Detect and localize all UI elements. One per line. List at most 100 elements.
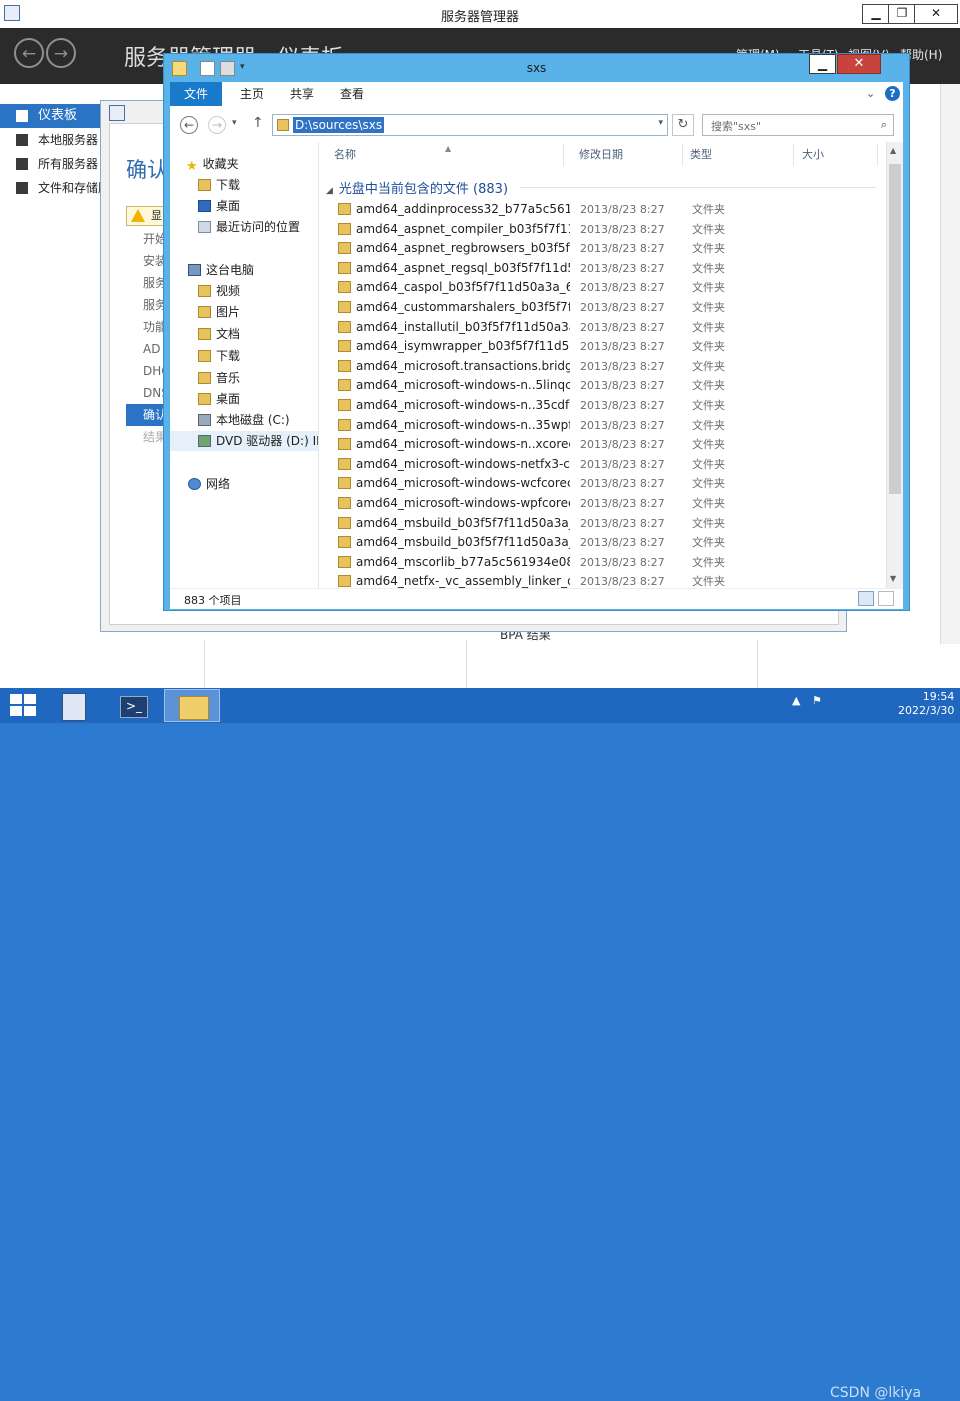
vertical-scrollbar[interactable]: ▲ ▼ <box>886 142 903 588</box>
file-date: 2013/8/23 8:27 <box>580 320 665 334</box>
file-type: 文件夹 <box>692 281 725 295</box>
nav-network[interactable]: 网络 <box>188 474 230 494</box>
collapse-group-icon[interactable]: ◢ <box>326 186 333 196</box>
powershell-taskbar-button[interactable]: >_ <box>106 689 162 722</box>
maximize-button[interactable]: ❐ <box>888 4 916 24</box>
folder-icon <box>338 242 351 255</box>
search-input[interactable]: 搜索"sxs" ⌕ <box>702 114 894 136</box>
nav-item-music[interactable]: 音乐 <box>198 368 240 388</box>
table-row[interactable]: amd64_netfx-_vc_assembly_linker_dll_... 2… <box>334 572 874 588</box>
table-row[interactable]: amd64_installutil_b03f5f7f11d50a3a_6... 2… <box>334 318 874 337</box>
nav-item-videos[interactable]: 视频 <box>198 281 240 301</box>
scroll-up-icon[interactable]: ▲ <box>890 146 896 155</box>
column-header-name[interactable]: ▲ 名称 <box>320 144 564 166</box>
table-row[interactable]: amd64_addinprocess32_b77a5c5619... 2013/8… <box>334 200 874 219</box>
forward-icon[interactable]: → <box>46 38 76 68</box>
nav-item-desktop[interactable]: 桌面 <box>198 196 240 216</box>
file-date: 2013/8/23 8:27 <box>580 222 665 236</box>
forward-icon[interactable]: → <box>208 116 226 134</box>
table-row[interactable]: amd64_microsoft-windows-n..35cdfc... 2013… <box>334 396 874 415</box>
table-row[interactable]: amd64_microsoft-windows-netfx3-co... 2013… <box>334 455 874 474</box>
table-row[interactable]: amd64_caspol_b03f5f7f11d50a3a_6.3... 2013… <box>334 278 874 297</box>
nav-item-desktop-pc[interactable]: 桌面 <box>198 389 240 409</box>
expand-ribbon-icon[interactable]: ⌄ <box>866 87 875 100</box>
clock-date: 2022/3/30 <box>898 704 955 717</box>
scroll-thumb[interactable] <box>889 164 901 494</box>
clock[interactable]: 19:54 2022/3/30 <box>898 690 954 718</box>
nav-label: 收藏夹 <box>202 157 239 171</box>
table-row[interactable]: amd64_microsoft-windows-n..xcorec... 2013… <box>334 435 874 454</box>
sidebar-item-file-storage[interactable]: 文件和存储服务 <box>0 176 104 200</box>
nav-item-documents[interactable]: 文档 <box>198 324 240 344</box>
file-date: 2013/8/23 8:27 <box>580 399 665 412</box>
table-row[interactable]: amd64_mscorlib_b77a5c561934e089_... 2013/… <box>334 553 874 572</box>
table-row[interactable]: amd64_aspnet_regsql_b03f5f7f11d50... 2013… <box>334 259 874 278</box>
tab-share[interactable]: 共享 <box>282 82 322 106</box>
file-name: amd64_addinprocess32_b77a5c5619... <box>356 202 570 216</box>
nav-item-dvd-drive[interactable]: DVD 驱动器 (D:) IR <box>170 431 318 451</box>
table-row[interactable]: amd64_msbuild_b03f5f7f11d50a3a_3.... 2013… <box>334 514 874 533</box>
group-header-label: 光盘中当前包含的文件 (883) <box>338 182 509 197</box>
nav-item-recent[interactable]: 最近访问的位置 <box>198 217 300 237</box>
column-header-date[interactable]: 修改日期 <box>573 144 683 166</box>
tab-home[interactable]: 主页 <box>232 82 272 106</box>
tab-view[interactable]: 查看 <box>332 82 372 106</box>
nav-label: 图片 <box>216 305 241 319</box>
server-manager-icon <box>62 693 86 721</box>
table-row[interactable]: amd64_aspnet_regbrowsers_b03f5f7f... 2013… <box>334 239 874 258</box>
column-header-type[interactable]: 类型 <box>684 144 794 166</box>
table-row[interactable]: amd64_aspnet_compiler_b03f5f7f11d... 2013… <box>334 220 874 239</box>
search-icon[interactable]: ⌕ <box>881 118 887 132</box>
file-date: 2013/8/23 8:27 <box>580 281 665 295</box>
nav-this-pc[interactable]: 这台电脑 <box>188 260 254 280</box>
refresh-icon[interactable]: ↻ <box>672 114 694 136</box>
nav-favorites[interactable]: ★ 收藏夹 <box>186 154 239 174</box>
nav-item-downloads[interactable]: 下载 <box>198 175 240 195</box>
explorer-close-button[interactable]: ✕ <box>837 54 881 74</box>
address-input[interactable]: D:\sources\sxs ▾ <box>272 114 668 136</box>
column-header-size[interactable]: 大小 <box>796 144 878 166</box>
nav-item-pictures[interactable]: 图片 <box>198 302 240 322</box>
scroll-down-icon[interactable]: ▼ <box>890 574 896 583</box>
warning-banner: 显 <box>126 206 166 226</box>
table-row[interactable]: amd64_microsoft-windows-wcfcorec... 2013/… <box>334 474 874 493</box>
table-row[interactable]: amd64_microsoft-windows-n..5linqco... 201… <box>334 376 874 395</box>
explorer-taskbar-button[interactable] <box>164 689 220 722</box>
sidebar-item-label: 所有服务器 <box>38 157 99 171</box>
sidebar-item-all-servers[interactable]: 所有服务器 <box>0 152 104 176</box>
server-manager-scrollbar[interactable] <box>940 84 960 644</box>
large-icons-view-icon[interactable] <box>878 591 894 606</box>
warning-text: 显 <box>151 209 162 222</box>
minimize-button[interactable]: ▁ <box>862 4 890 24</box>
table-row[interactable]: amd64_microsoft-windows-n..35wpfc... 2013… <box>334 416 874 435</box>
file-date: 2013/8/23 8:27 <box>580 418 665 432</box>
server-icon <box>16 134 28 146</box>
help-icon[interactable]: ? <box>885 86 900 101</box>
table-row[interactable]: amd64_msbuild_b03f5f7f11d50a3a_6.... 2013… <box>334 533 874 552</box>
tab-file[interactable]: 文件 <box>170 82 222 106</box>
start-button[interactable] <box>10 694 38 718</box>
table-row[interactable]: amd64_microsoft-windows-wpfcorec... 2013/… <box>334 494 874 513</box>
videos-folder-icon <box>198 285 211 297</box>
up-icon[interactable]: ↑ <box>252 115 264 131</box>
watermark: CSDN @lkiya <box>830 1385 922 1401</box>
sidebar-item-local-server[interactable]: 本地服务器 <box>0 128 104 152</box>
nav-item-downloads-pc[interactable]: 下载 <box>198 346 240 366</box>
table-row[interactable]: amd64_isymwrapper_b03f5f7f11d50a... 2013/… <box>334 337 874 356</box>
table-row[interactable]: amd64_microsoft.transactions.bridge... 20… <box>334 357 874 376</box>
action-center-icon[interactable]: ⚑ <box>812 694 822 707</box>
recent-locations-icon[interactable]: ▾ <box>232 118 237 128</box>
group-header[interactable]: ◢ 光盘中当前包含的文件 (883) <box>326 178 508 197</box>
nav-item-local-disk[interactable]: 本地磁盘 (C:) <box>198 410 290 430</box>
address-dropdown-icon[interactable]: ▾ <box>658 118 663 128</box>
close-button[interactable]: ✕ <box>914 4 958 24</box>
file-type: 文件夹 <box>692 536 725 550</box>
sidebar-item-dashboard[interactable]: 仪表板 <box>0 104 104 128</box>
explorer-minimize-button[interactable]: ▁ <box>809 54 836 74</box>
show-hidden-icons[interactable]: ▲ <box>792 694 800 707</box>
table-row[interactable]: amd64_custommarshalers_b03f5f7f1... 2013/… <box>334 298 874 317</box>
back-icon[interactable]: ← <box>180 116 198 134</box>
back-icon[interactable]: ← <box>14 38 44 68</box>
details-view-icon[interactable] <box>858 591 874 606</box>
server-manager-taskbar-button[interactable] <box>48 689 104 722</box>
